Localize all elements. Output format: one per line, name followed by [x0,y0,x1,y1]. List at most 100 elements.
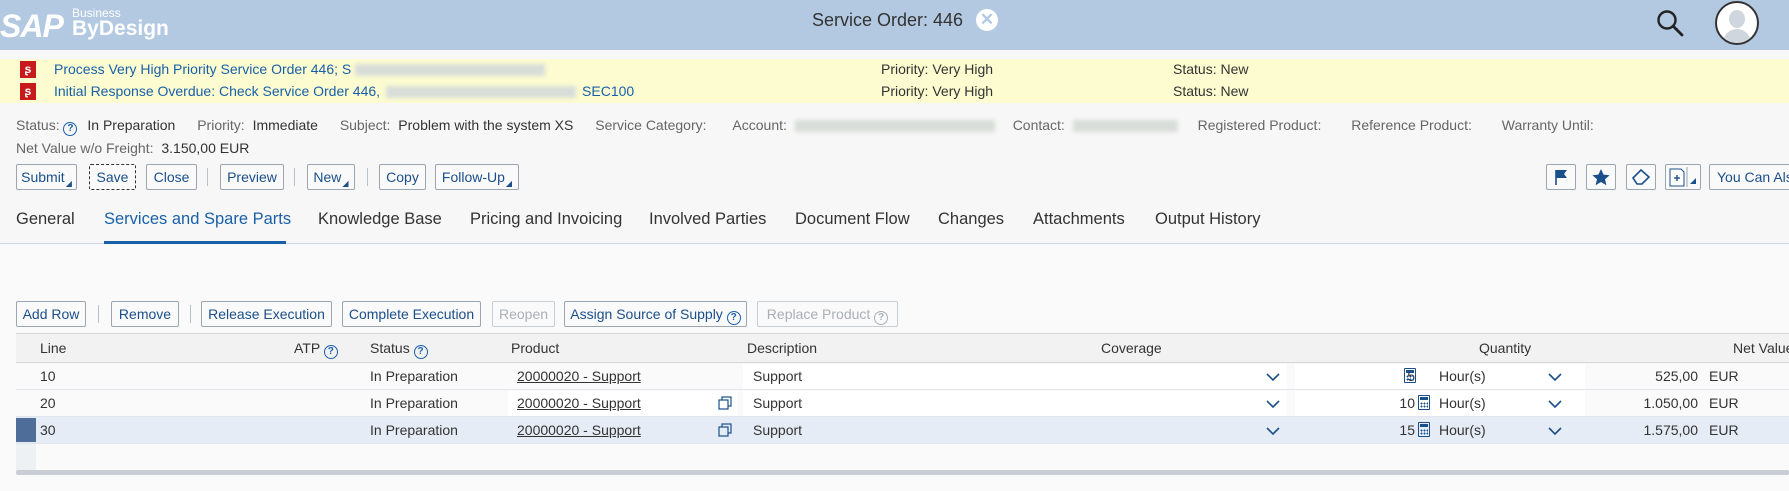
close-button[interactable]: Close [146,164,197,190]
tab-attachments[interactable]: Attachments [1033,210,1125,229]
reopen-button[interactable]: Reopen [492,301,555,327]
chevron-down-icon[interactable] [1266,399,1280,409]
alert-link[interactable]: Initial Response Overdue: Check Service … [54,83,634,99]
warranty-label: Warranty Until: [1501,117,1594,133]
account-label: Account: [732,117,787,133]
you-can-also-button[interactable]: You Can Als [1709,164,1789,190]
flag-button[interactable] [1546,164,1576,190]
star-icon [1592,169,1610,186]
quantity-cell[interactable]: 10 [1355,395,1415,411]
description-field[interactable] [743,391,1287,416]
tab-knowledge-base[interactable]: Knowledge Base [318,210,442,229]
alert-status: Status: New [1173,83,1249,99]
calculator-icon[interactable] [1418,395,1430,410]
column-header-product[interactable]: Product [511,340,559,356]
table-row[interactable]: 20 In Preparation 20000020 - Support Sup… [16,390,1789,417]
add-document-icon [1669,167,1696,187]
add-row-button[interactable]: Add Row [16,301,86,327]
close-icon[interactable]: ✕ [976,9,998,31]
net-value-cell: 1.050,00 [1643,395,1699,411]
subject-label: Subject: [339,117,391,133]
tab-general[interactable]: General [16,210,75,229]
quantity-cell[interactable]: 15 [1355,422,1415,438]
column-header-status[interactable]: Status ? [370,340,428,359]
preview-button[interactable]: Preview [220,164,284,190]
tab-document-flow[interactable]: Document Flow [795,210,910,229]
toolbar-separator [190,305,191,323]
shell-header: SAP Business ByDesign Service Order: 446… [0,0,1789,50]
open-link-icon[interactable] [718,423,732,437]
column-header-coverage[interactable]: Coverage [1101,340,1162,356]
horizontal-scrollbar[interactable] [16,470,1789,475]
column-header-line[interactable]: Line [40,340,66,356]
chevron-down-icon[interactable] [1548,372,1562,382]
service-category-label: Service Category: [595,117,707,133]
search-icon[interactable] [1656,9,1684,37]
tag-button[interactable] [1626,164,1656,190]
new-document-button[interactable] [1665,164,1701,190]
priority-value: Immediate [252,117,318,133]
help-icon[interactable]: ? [413,345,428,359]
alert-status: Status: New [1173,61,1249,77]
sap-logo[interactable]: SAP Business ByDesign [0,6,169,44]
submit-button[interactable]: Submit◢ [16,164,77,190]
active-tab-indicator [104,241,286,244]
calculator-icon[interactable] [1418,422,1430,437]
currency-cell: EUR [1709,395,1739,411]
follow-up-button[interactable]: Follow-Up◢ [435,164,519,190]
product-link[interactable]: 20000020 - Support [517,395,641,411]
help-icon[interactable]: ? [726,311,741,325]
toolbar-separator [294,168,295,186]
chevron-down-icon[interactable] [1266,372,1280,382]
alert-link[interactable]: Process Very High Priority Service Order… [54,61,546,77]
alert-row: ʂ Initial Response Overdue: Check Servic… [0,81,1789,103]
help-icon[interactable]: ? [63,122,78,136]
chevron-down-icon[interactable] [1548,399,1562,409]
description-cell[interactable]: Support [753,395,802,411]
assign-source-of-supply-button[interactable]: Assign Source of Supply ? [564,301,747,327]
remove-button[interactable]: Remove [111,301,179,327]
replace-product-button[interactable]: Replace Product ? [757,301,898,327]
net-value-amount: 3.150,00 EUR [161,140,250,156]
status-label: Status: [16,117,60,133]
net-value-label: Net Value w/o Freight: [16,140,154,156]
column-header-net-value[interactable]: Net Value [1733,340,1789,356]
product-link[interactable]: 20000020 - Support [517,422,641,438]
contact-label: Contact: [1012,117,1065,133]
column-header-quantity[interactable]: Quantity [1479,340,1531,356]
help-icon[interactable]: ? [323,345,338,359]
release-execution-button[interactable]: Release Execution [201,301,332,327]
row-selection-marker[interactable] [16,418,36,442]
subject-value: Problem with the system XS [398,117,574,133]
description-cell[interactable]: Support [753,422,802,438]
unit-cell[interactable]: Hour(s) [1439,368,1486,384]
tab-changes[interactable]: Changes [938,210,1004,229]
toolbar-separator [207,168,208,186]
calculator-icon[interactable] [1404,368,1416,383]
save-button[interactable]: Save [89,164,136,190]
description-field[interactable] [743,364,1287,389]
table-header: Line ATP ? Status ? Product Description … [16,333,1789,363]
user-avatar[interactable] [1715,1,1759,45]
open-link-icon[interactable] [718,396,732,410]
tab-services-and-spare-parts[interactable]: Services and Spare Parts [104,210,291,229]
tab-involved-parties[interactable]: Involved Parties [649,210,766,229]
tab-pricing-and-invoicing[interactable]: Pricing and Invoicing [470,210,622,229]
logo-sap-text: SAP [0,8,64,44]
tab-output-history[interactable]: Output History [1155,210,1260,229]
copy-button[interactable]: Copy [379,164,426,190]
column-header-description[interactable]: Description [747,340,817,356]
complete-execution-button[interactable]: Complete Execution [342,301,481,327]
new-button[interactable]: New◢ [307,164,355,190]
column-header-atp[interactable]: ATP ? [294,340,338,359]
table-row[interactable]: 10 In Preparation 20000020 - Support Sup… [16,363,1789,390]
unit-cell[interactable]: Hour(s) [1439,422,1486,438]
chevron-down-icon[interactable] [1548,426,1562,436]
unit-cell[interactable]: Hour(s) [1439,395,1486,411]
product-link[interactable]: 20000020 - Support [517,368,641,384]
chevron-down-icon[interactable] [1266,426,1280,436]
status-cell: In Preparation [370,422,458,438]
description-cell[interactable]: Support [753,368,802,384]
table-row-selected[interactable]: 30 In Preparation 20000020 - Support Sup… [16,417,1789,444]
favorite-button[interactable] [1586,164,1616,190]
